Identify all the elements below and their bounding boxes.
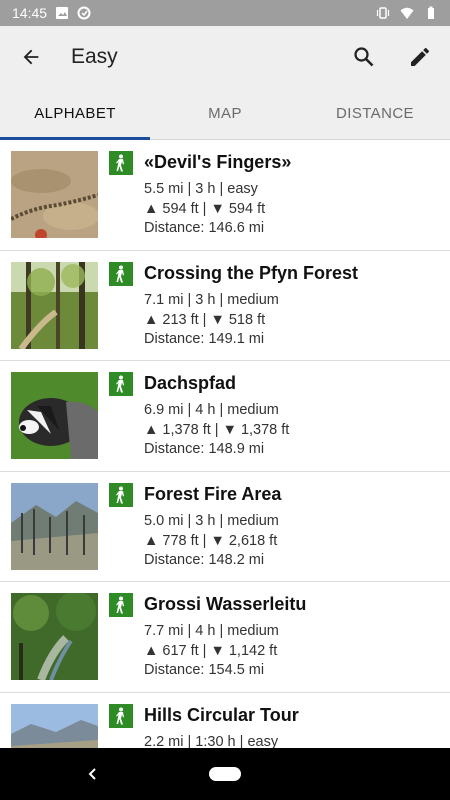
nav-back-icon[interactable]: [82, 763, 104, 785]
data-saver-icon: [77, 6, 91, 20]
list-item[interactable]: Dachspfad 6.9 mi | 4 h | medium ▲ 1,378 …: [0, 361, 450, 472]
system-nav-bar: [0, 748, 450, 800]
tab-bar: ALPHABET MAP DISTANCE: [0, 88, 450, 140]
list-item[interactable]: «Devil's Fingers» 5.5 mi | 3 h | easy ▲ …: [0, 140, 450, 251]
search-icon: [354, 47, 374, 67]
trail-stats: 2.2 mi | 1:30 h | easy: [144, 733, 279, 749]
trail-stats: 6.9 mi | 4 h | medium: [144, 402, 279, 418]
arrow-left-icon: [23, 49, 39, 65]
trail-stats: 5.5 mi | 3 h | easy: [144, 181, 258, 197]
trail-distance: Distance: 146.6 mi: [144, 220, 265, 236]
tab-distance[interactable]: DISTANCE: [300, 88, 450, 139]
hiking-icon: [109, 482, 133, 507]
trail-thumbnail: [11, 482, 98, 570]
trail-title: Hills Circular Tour: [144, 704, 299, 725]
trail-stats: 5.0 mi | 3 h | medium: [144, 512, 279, 529]
page-title: Easy: [71, 45, 118, 68]
trail-stats: 7.1 mi | 3 h | medium: [144, 291, 279, 308]
tab-map[interactable]: MAP: [150, 88, 300, 139]
hiking-icon: [109, 372, 133, 396]
trail-elevation: ▲ 778 ft | ▼ 2,618 ft: [144, 532, 278, 549]
trail-elevation: ▲ 594 ft | ▼ 594 ft: [144, 201, 266, 217]
list-item[interactable]: Hills Circular Tour 2.2 mi | 1:30 h | ea…: [0, 693, 450, 749]
app-bar: Easy: [0, 26, 450, 88]
hiking-icon: [109, 703, 133, 728]
status-time: 14:45: [12, 5, 48, 21]
tab-alphabet[interactable]: ALPHABET: [0, 88, 150, 140]
list-item[interactable]: Grossi Wasserleitu 7.7 mi | 4 h | medium…: [0, 582, 450, 693]
trail-title: Grossi Wasserleitu: [144, 594, 307, 614]
trail-stats: 7.7 mi | 4 h | medium: [144, 623, 279, 639]
vibrate-icon: [376, 7, 390, 19]
trail-thumbnail: [11, 593, 98, 680]
trail-thumbnail: [11, 261, 98, 349]
edit-button[interactable]: [392, 29, 448, 85]
search-button[interactable]: [336, 29, 392, 85]
trail-thumbnail: [11, 703, 98, 748]
trail-list: «Devil's Fingers» 5.5 mi | 3 h | easy ▲ …: [0, 140, 450, 748]
list-item[interactable]: Crossing the Pfyn Forest 7.1 mi | 3 h | …: [0, 251, 450, 361]
trail-elevation: ▲ 213 ft | ▼ 518 ft: [144, 311, 266, 328]
status-bar: 14:45: [0, 0, 450, 26]
battery-icon: [428, 6, 434, 19]
trail-title: «Devil's Fingers»: [144, 152, 292, 172]
hiking-icon: [109, 261, 133, 286]
hiking-icon: [109, 593, 133, 617]
hiking-icon: [109, 151, 133, 175]
trail-distance: Distance: 154.5 mi: [144, 662, 265, 678]
trail-thumbnail: [11, 151, 98, 238]
image-notification-icon: [56, 7, 69, 19]
trail-title: Forest Fire Area: [144, 483, 282, 504]
pencil-icon: [411, 48, 429, 66]
nav-home-pill[interactable]: [209, 767, 241, 781]
trail-distance: Distance: 149.1 mi: [144, 330, 265, 347]
wifi-icon: [400, 7, 414, 19]
trail-elevation: ▲ 617 ft | ▼ 1,142 ft: [144, 643, 278, 659]
trail-title: Dachspfad: [144, 373, 237, 393]
back-button[interactable]: [3, 29, 59, 85]
trail-thumbnail: [11, 372, 98, 459]
list-item[interactable]: Forest Fire Area 5.0 mi | 3 h | medium ▲…: [0, 472, 450, 582]
trail-distance: Distance: 148.2 mi: [144, 551, 265, 568]
trail-title: Crossing the Pfyn Forest: [144, 262, 359, 283]
trail-distance: Distance: 148.9 mi: [144, 441, 265, 457]
trail-elevation: ▲ 1,378 ft | ▼ 1,378 ft: [144, 422, 290, 438]
